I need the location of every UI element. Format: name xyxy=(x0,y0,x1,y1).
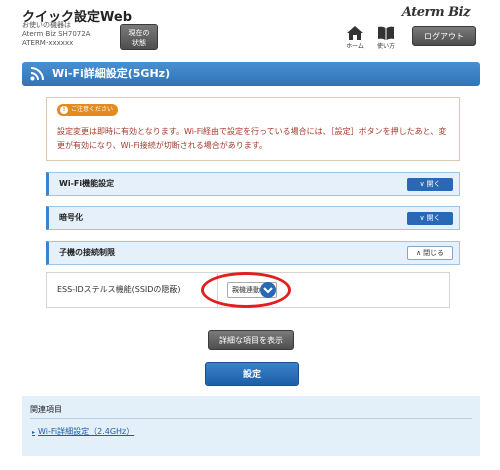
related-link-wifi-24ghz[interactable]: ▸ Wi-Fi詳細設定（2.4GHz） xyxy=(32,426,134,437)
device-label: お使いの機器は xyxy=(22,21,71,29)
chevron-up-icon: ∧ xyxy=(415,249,422,257)
related-divider xyxy=(30,418,472,419)
brand-logo: Aterm Biz xyxy=(401,5,471,20)
status-button[interactable]: 現在の 状態 xyxy=(120,24,158,50)
book-icon xyxy=(378,26,394,40)
section-wifi-function: Wi-Fi機能設定 ∨ 開く xyxy=(46,172,460,196)
open-button-label: 開く xyxy=(426,180,441,188)
home-label: ホーム xyxy=(346,43,364,50)
section-client-restriction: 子機の接続制限 ∧ 閉じる xyxy=(46,241,460,265)
device-model: Aterm Biz SH7072A xyxy=(22,30,91,38)
notice-text: 設定変更は即時に有効となります。Wi-Fi経由で設定を行っている場合には、［設定… xyxy=(57,127,447,150)
chevron-down-icon: ∨ xyxy=(419,214,425,222)
open-button-label: 開く xyxy=(426,214,441,222)
highlight-oval xyxy=(201,272,291,308)
logout-button[interactable]: ログアウト xyxy=(412,26,476,46)
help-button[interactable]: 使い方 xyxy=(374,26,398,50)
related-title: 関連項目 xyxy=(30,405,62,414)
home-button[interactable]: ホーム xyxy=(343,26,367,50)
section-title: Wi-Fi機能設定 xyxy=(59,179,115,188)
status-button-line2: 状態 xyxy=(132,39,146,47)
related-items: 関連項目 ▸ Wi-Fi詳細設定（2.4GHz） xyxy=(22,396,480,456)
header: クイック設定Web お使いの機器は Aterm Biz SH7072A ATER… xyxy=(0,0,500,56)
close-button-label: 閉じる xyxy=(423,249,445,257)
help-label: 使い方 xyxy=(376,43,395,50)
show-details-button[interactable]: 詳細な項目を表示 xyxy=(208,330,294,350)
page-title: Wi-Fi詳細設定(5GHz) xyxy=(52,67,171,80)
notice-box: ! ご注意ください 設定変更は即時に有効となります。Wi-Fi経由で設定を行って… xyxy=(46,97,460,161)
open-button-encryption[interactable]: ∨ 開く xyxy=(407,212,453,225)
chevron-down-icon: ∨ xyxy=(419,180,425,188)
home-icon xyxy=(347,26,363,40)
close-button-client-restriction[interactable]: ∧ 閉じる xyxy=(407,246,453,260)
wifi-icon xyxy=(30,67,44,81)
notice-badge: ! ご注意ください xyxy=(57,104,119,116)
device-id: ATERM-xxxxxx xyxy=(22,39,74,47)
exclamation-icon: ! xyxy=(60,106,68,114)
section-encryption: 暗号化 ∨ 開く xyxy=(46,206,460,230)
notice-badge-text: ご注意ください xyxy=(71,106,114,113)
related-link-label: Wi-Fi詳細設定（2.4GHz） xyxy=(38,427,135,436)
apply-button[interactable]: 設定 xyxy=(205,362,299,386)
page-title-bar: Wi-Fi詳細設定(5GHz) xyxy=(22,62,480,86)
triangle-right-icon: ▸ xyxy=(32,429,36,436)
section-title: 暗号化 xyxy=(59,213,83,222)
section-title: 子機の接続制限 xyxy=(59,248,115,257)
ssid-stealth-label: ESS-IDステルス機能(SSIDの隠蔽) xyxy=(57,285,181,294)
status-button-line1: 現在の xyxy=(128,29,150,37)
open-button-wifi-function[interactable]: ∨ 開く xyxy=(407,178,453,191)
